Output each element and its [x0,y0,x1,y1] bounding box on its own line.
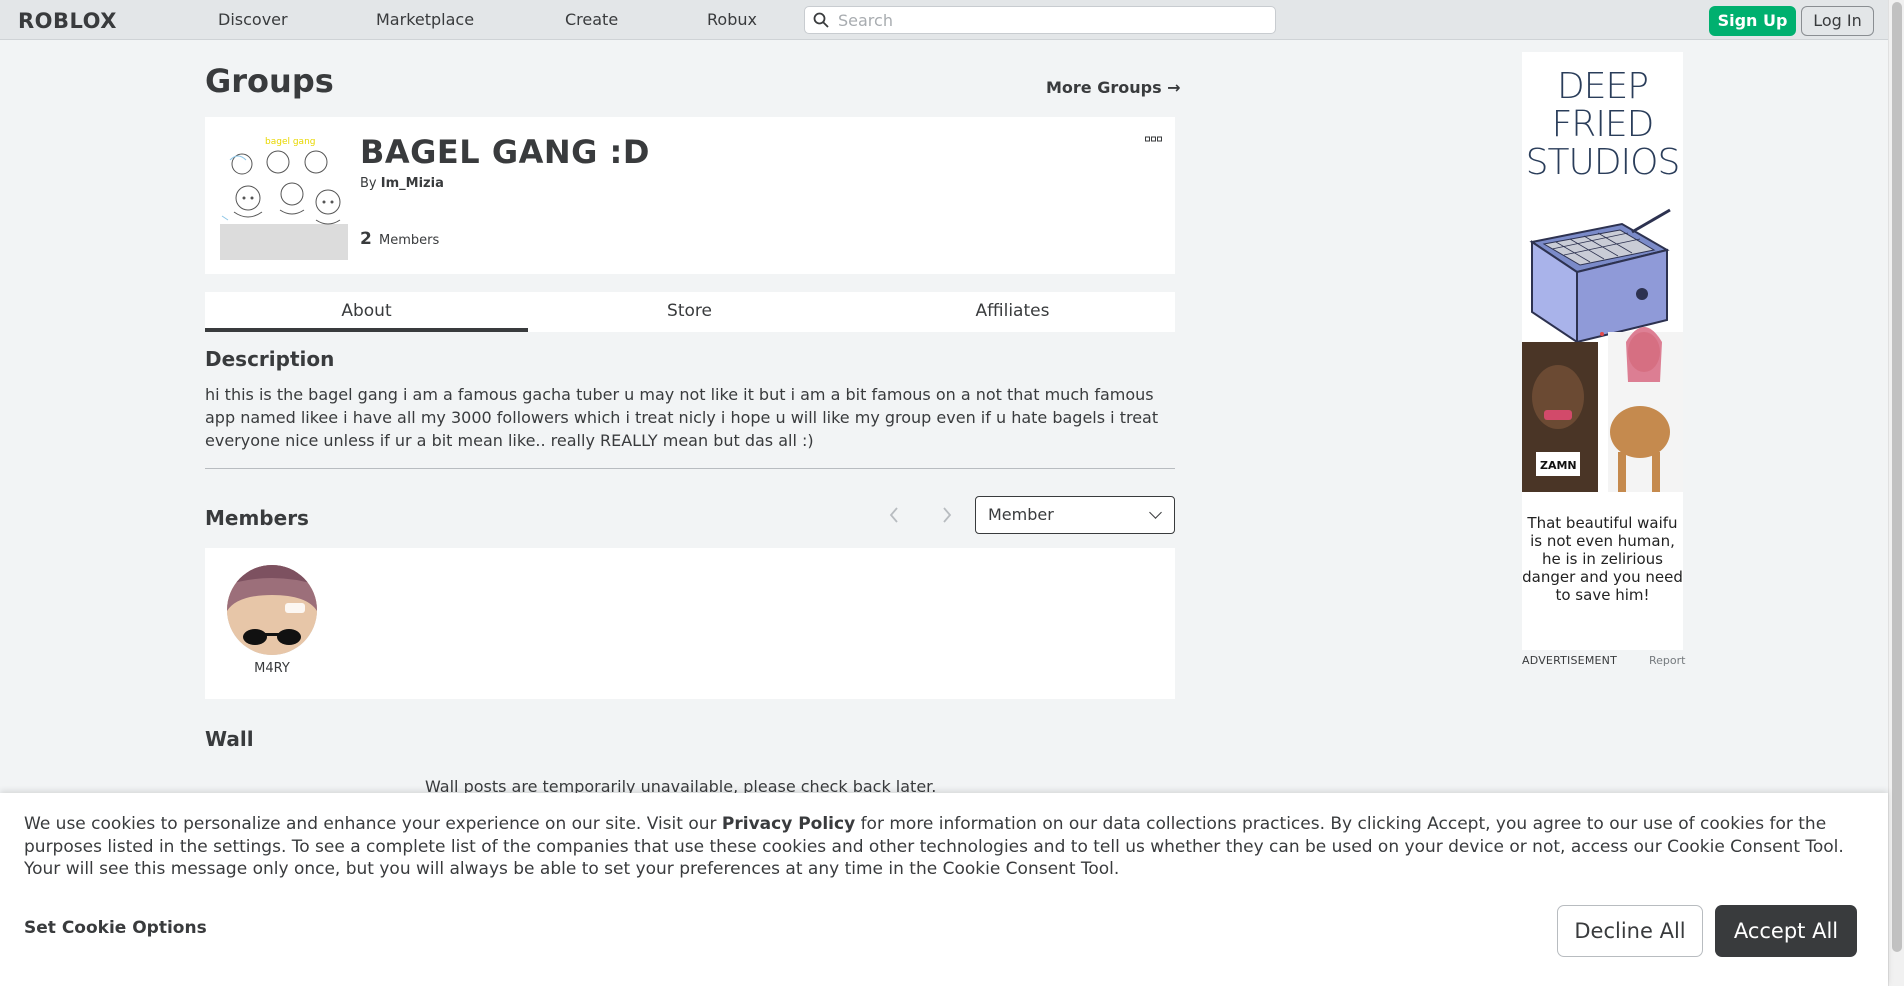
accept-all-button[interactable]: Accept All [1715,905,1857,957]
more-groups-link[interactable]: More Groups → [1046,78,1181,97]
section-divider [205,468,1175,469]
ad-artwork: ZAMN [1522,208,1683,492]
cookie-consent-banner: We use cookies to personalize and enhanc… [0,793,1888,986]
chevron-down-icon [1149,506,1162,519]
group-owner-link[interactable]: Im_Mizia [381,176,444,191]
member-name[interactable]: M4RY [227,661,317,676]
search-icon[interactable] [813,12,829,28]
wall-heading: Wall [205,727,254,751]
top-navigation-bar: ROBLOX Discover Marketplace Create Robux… [0,0,1888,40]
group-emblem-image: bagel gang [220,132,348,260]
search-box [804,6,1276,34]
next-page-icon[interactable] [941,505,953,530]
page-scrollbar[interactable] [1888,0,1904,986]
nav-discover-link[interactable]: Discover [218,10,288,29]
roblox-logo[interactable]: ROBLOX [18,9,117,33]
more-dots-icon[interactable] [1145,131,1163,146]
previous-page-icon[interactable] [888,505,900,530]
nav-robux-link[interactable]: Robux [707,10,757,29]
group-header-card: bagel gang BAGEL GANG :D By Im_Mizia 2 M… [205,117,1175,274]
description-heading: Description [205,347,335,371]
member-count-value: 2 [360,229,372,249]
decline-all-button[interactable]: Decline All [1557,905,1703,957]
advertisement-label: ADVERTISEMENT [1522,654,1618,667]
log-in-button[interactable]: Log In [1801,6,1874,36]
group-description: hi this is the bagel gang i am a famous … [205,385,1159,450]
advertisement[interactable]: DEEP FRIED STUDIOS ZAMN That beautiful w… [1522,52,1683,650]
member-count-label: Members [378,233,440,248]
nav-create-link[interactable]: Create [565,10,618,29]
avatar[interactable] [227,565,317,655]
cookie-consent-text: We use cookies to personalize and enhanc… [24,814,1844,879]
role-dropdown-value: Member [988,505,1054,524]
member-card[interactable]: M4RY [227,565,317,676]
sign-up-button[interactable]: Sign Up [1709,6,1796,36]
search-input[interactable] [838,10,1258,30]
tab-store[interactable]: Store [528,292,851,332]
nav-marketplace-link[interactable]: Marketplace [376,10,474,29]
ad-caption: That beautiful waifu is not even human, … [1522,514,1683,604]
group-owner-line: By Im_Mizia [360,176,444,191]
members-list: M4RY [205,548,1175,699]
group-member-count: 2 Members [360,229,439,249]
ad-title: DEEP FRIED STUDIOS [1525,66,1681,183]
svg-text:bagel gang: bagel gang [265,137,315,147]
group-name: BAGEL GANG :D [360,133,650,171]
set-cookie-options-link[interactable]: Set Cookie Options [24,918,207,938]
by-prefix: By [360,176,377,191]
report-ad-link[interactable]: Report [1649,654,1685,667]
tab-affiliates[interactable]: Affiliates [851,292,1174,332]
group-tabs: About Store Affiliates [205,292,1175,332]
tab-about[interactable]: About [205,292,528,332]
page-title: Groups [205,62,334,100]
members-heading: Members [205,506,309,530]
member-role-dropdown[interactable]: Member [975,496,1175,534]
privacy-policy-link[interactable]: Privacy Policy [722,814,855,834]
ad-inset-text: ZAMN [1540,459,1577,472]
